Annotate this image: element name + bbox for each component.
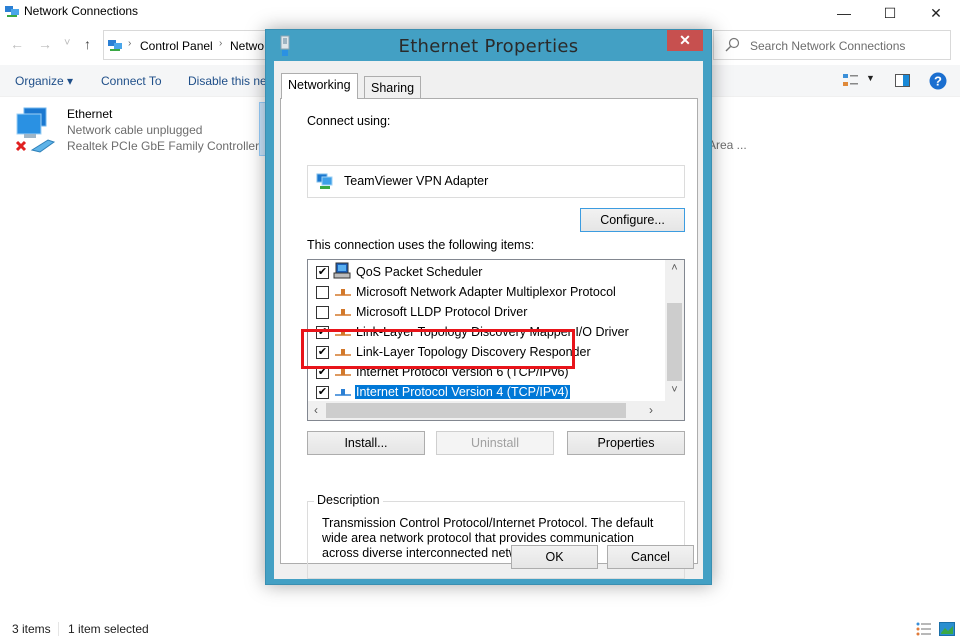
items-label: This connection uses the following items… bbox=[307, 238, 535, 252]
scroll-down-icon[interactable]: ˅ bbox=[665, 384, 684, 401]
disable-device-button[interactable]: Disable this net bbox=[188, 74, 270, 88]
scrollbar-corner bbox=[665, 401, 684, 420]
scroll-right-icon[interactable]: › bbox=[649, 403, 653, 417]
preview-pane-icon[interactable] bbox=[895, 74, 910, 87]
component-label: Link-Layer Topology Discovery Responder bbox=[356, 345, 591, 359]
network-adapter-icon bbox=[15, 107, 56, 153]
qos-icon bbox=[333, 262, 351, 283]
partial-connection-text: Area ... bbox=[708, 138, 747, 152]
network-connections-icon bbox=[5, 6, 19, 17]
component-label: Link-Layer Topology Discovery Mapper I/O… bbox=[356, 325, 629, 339]
scrollbar-thumb[interactable] bbox=[667, 303, 682, 381]
connection-name: Ethernet bbox=[67, 107, 113, 121]
protocol-icon bbox=[335, 327, 351, 341]
ethernet-connection-item[interactable]: Ethernet Network cable unplugged Realtek… bbox=[10, 102, 260, 156]
window-title: Network Connections bbox=[24, 4, 139, 18]
component-checkbox[interactable]: ✔ bbox=[316, 366, 329, 379]
connection-device: Realtek PCIe GbE Family Controller bbox=[67, 139, 260, 153]
vpn-adapter-icon bbox=[316, 173, 333, 189]
recent-locations-button[interactable]: ˅ bbox=[64, 37, 70, 49]
component-item[interactable]: Microsoft LLDP Protocol Driver bbox=[308, 302, 660, 322]
item-count: 3 items bbox=[12, 622, 51, 636]
search-placeholder: Search Network Connections bbox=[750, 39, 906, 53]
component-label: Microsoft LLDP Protocol Driver bbox=[356, 305, 528, 319]
component-item[interactable]: ✔ QoS Packet Scheduler bbox=[308, 262, 660, 282]
component-checkbox[interactable]: ✔ bbox=[316, 266, 329, 279]
search-icon bbox=[725, 37, 740, 52]
description-legend: Description bbox=[314, 493, 383, 507]
properties-button[interactable]: Properties bbox=[567, 431, 685, 455]
protocol-icon bbox=[335, 307, 351, 321]
adapter-name: TeamViewer VPN Adapter bbox=[344, 174, 489, 188]
component-item[interactable]: Microsoft Network Adapter Multiplexor Pr… bbox=[308, 282, 660, 302]
breadcrumb-separator-icon: › bbox=[219, 38, 223, 49]
component-checkbox[interactable]: ✔ bbox=[316, 386, 329, 399]
cancel-button[interactable]: Cancel bbox=[607, 545, 694, 569]
configure-button[interactable]: Configure... bbox=[580, 208, 685, 232]
organize-menu[interactable]: Organize ▾ bbox=[15, 74, 73, 88]
change-view-icon[interactable] bbox=[842, 73, 860, 89]
install-button[interactable]: Install... bbox=[307, 431, 425, 455]
component-checkbox[interactable] bbox=[316, 306, 329, 319]
explorer-titlebar: Network Connections — ☐ ✕ bbox=[0, 0, 960, 26]
connect-using-label: Connect using: bbox=[307, 114, 391, 128]
status-bar: 3 items 1 item selected bbox=[0, 616, 960, 640]
protocol-icon bbox=[335, 347, 351, 361]
minimize-button[interactable]: — bbox=[821, 0, 867, 26]
svg-text:?: ? bbox=[934, 74, 942, 89]
ok-button[interactable]: OK bbox=[511, 545, 598, 569]
horizontal-scrollbar[interactable]: ‹ › bbox=[308, 401, 665, 420]
networking-panel: Connect using: TeamViewer VPN Adapter Co… bbox=[280, 98, 698, 579]
adapter-field: TeamViewer VPN Adapter bbox=[307, 165, 685, 198]
uninstall-button[interactable]: Uninstall bbox=[436, 431, 554, 455]
scroll-up-icon[interactable]: ˄ bbox=[665, 262, 684, 279]
view-options-chevron-icon[interactable]: ▼ bbox=[866, 73, 875, 83]
back-button[interactable]: ← bbox=[10, 36, 24, 52]
tab-networking[interactable]: Networking bbox=[281, 73, 358, 99]
maximize-button[interactable]: ☐ bbox=[867, 0, 913, 26]
help-icon[interactable]: ? bbox=[929, 72, 947, 90]
search-input[interactable]: Search Network Connections bbox=[713, 30, 951, 60]
component-checkbox[interactable]: ✔ bbox=[316, 326, 329, 339]
connect-to-button[interactable]: Connect To bbox=[101, 74, 162, 88]
protocol-icon bbox=[335, 367, 351, 381]
selection-count: 1 item selected bbox=[68, 622, 149, 636]
component-checkbox[interactable] bbox=[316, 286, 329, 299]
ethernet-properties-dialog: Ethernet Properties ✕ Networking Sharing… bbox=[265, 29, 712, 585]
scroll-left-icon[interactable]: ‹ bbox=[314, 403, 318, 417]
details-view-icon[interactable] bbox=[916, 622, 932, 636]
protocol-icon bbox=[335, 387, 351, 401]
component-label: QoS Packet Scheduler bbox=[356, 265, 483, 279]
large-icons-view-icon[interactable] bbox=[939, 622, 955, 636]
breadcrumb-network[interactable]: Netwo bbox=[230, 39, 264, 53]
address-bar[interactable]: › Control Panel › Netwo bbox=[103, 30, 273, 60]
component-checkbox[interactable]: ✔ bbox=[316, 346, 329, 359]
close-window-button[interactable]: ✕ bbox=[913, 0, 959, 26]
tab-sharing[interactable]: Sharing bbox=[364, 76, 422, 98]
component-item[interactable]: ✔ Link-Layer Topology Discovery Responder bbox=[308, 342, 660, 362]
breadcrumb-control-panel[interactable]: Control Panel bbox=[140, 39, 213, 53]
dialog-close-button[interactable]: ✕ bbox=[667, 30, 703, 51]
vertical-scrollbar[interactable]: ˄ ˅ bbox=[665, 260, 684, 401]
component-label: Internet Protocol Version 4 (TCP/IPv4) bbox=[355, 385, 570, 399]
connection-status: Network cable unplugged bbox=[67, 123, 203, 137]
component-label: Internet Protocol Version 6 (TCP/IPv6) bbox=[356, 365, 569, 379]
protocol-icon bbox=[335, 287, 351, 301]
component-item[interactable]: ✔ Internet Protocol Version 4 (TCP/IPv4) bbox=[308, 382, 660, 402]
control-panel-icon bbox=[108, 40, 122, 51]
breadcrumb-separator-icon: › bbox=[128, 38, 132, 49]
dialog-body: Networking Sharing Connect using: TeamVi… bbox=[274, 61, 703, 579]
component-item[interactable]: ✔ Internet Protocol Version 6 (TCP/IPv6) bbox=[308, 362, 660, 382]
hscrollbar-thumb[interactable] bbox=[326, 403, 626, 418]
components-list[interactable]: ✔ QoS Packet Scheduler Microsoft Network A… bbox=[307, 259, 685, 421]
component-label: Microsoft Network Adapter Multiplexor Pr… bbox=[356, 285, 616, 299]
up-button[interactable]: ↑ bbox=[84, 36, 91, 52]
forward-button[interactable]: → bbox=[38, 36, 52, 52]
component-item[interactable]: ✔ Link-Layer Topology Discovery Mapper I/… bbox=[308, 322, 660, 342]
dialog-title: Ethernet Properties bbox=[398, 36, 579, 57]
status-divider bbox=[58, 622, 59, 636]
